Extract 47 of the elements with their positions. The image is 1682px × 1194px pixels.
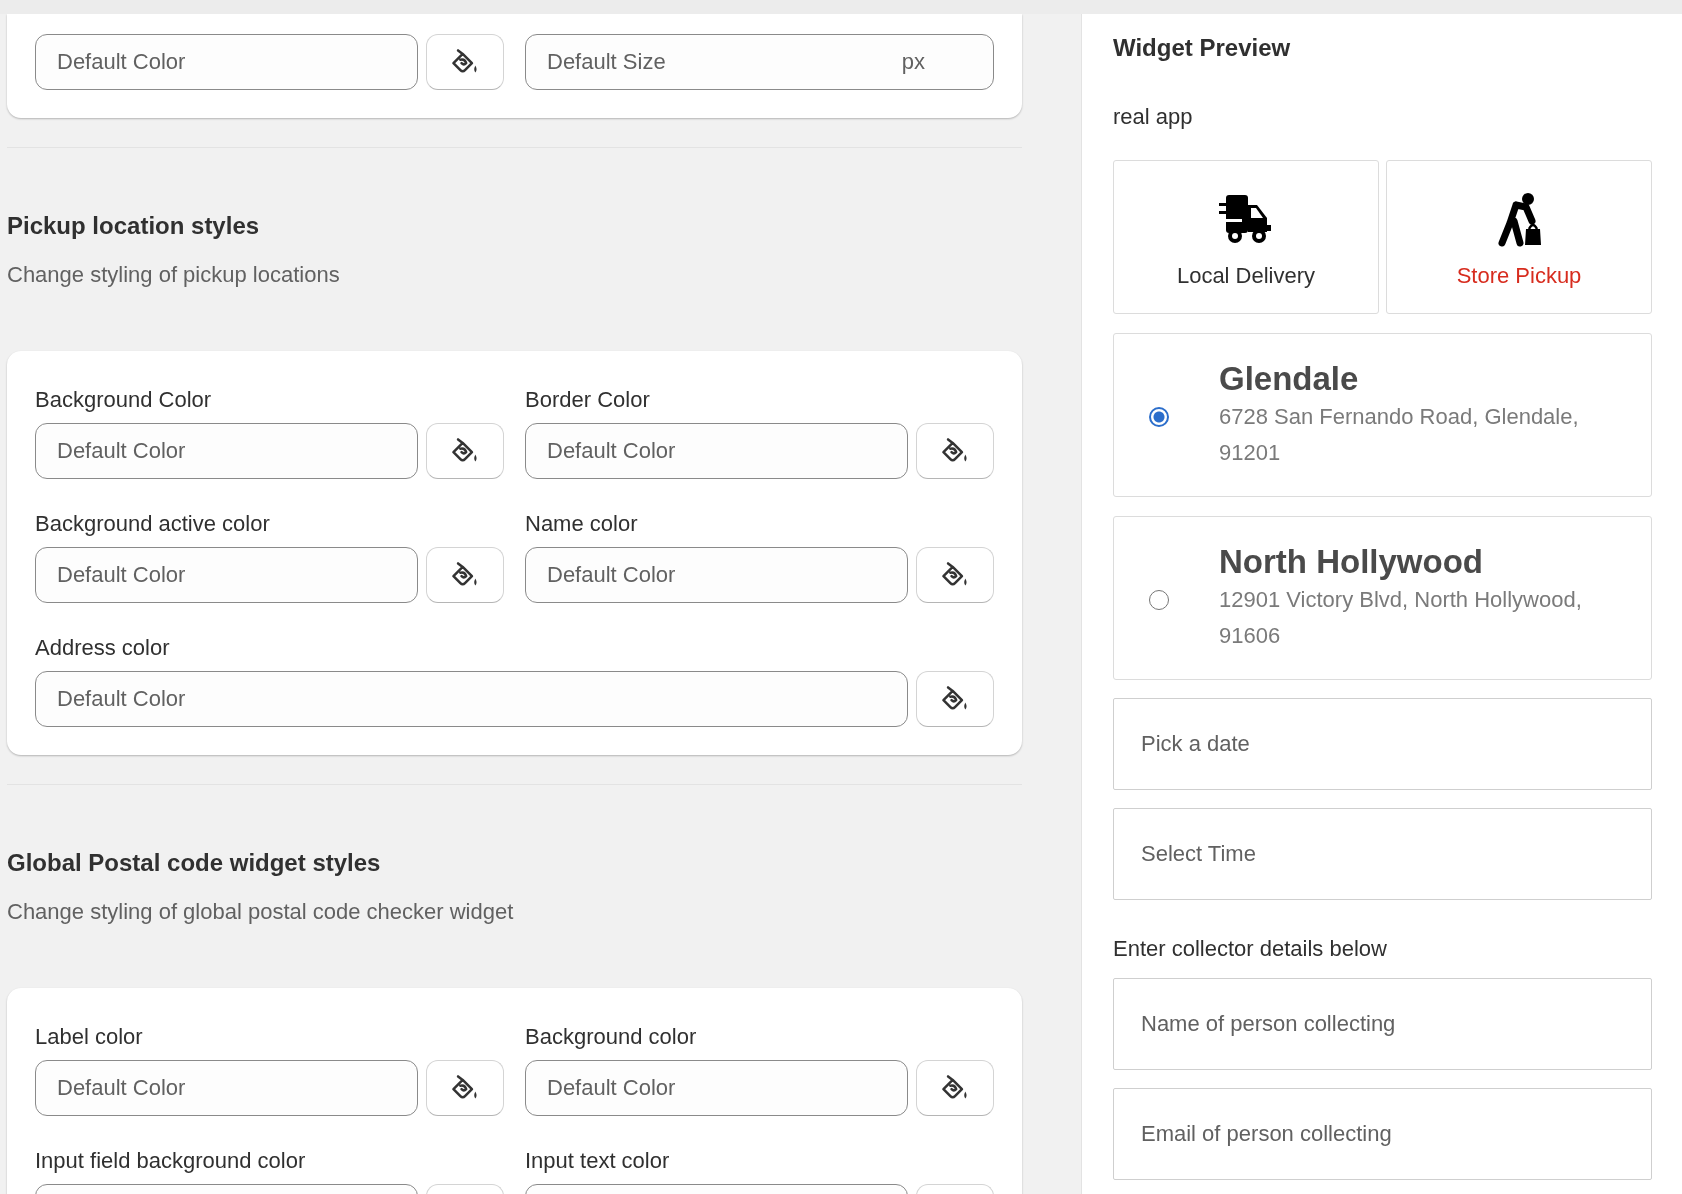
field-label: Address color bbox=[35, 635, 171, 661]
delivery-method-tab[interactable]: Store Pickup bbox=[1386, 160, 1652, 314]
delivery-method-tab[interactable]: Local Delivery bbox=[1113, 160, 1379, 314]
color-input[interactable]: Default Color bbox=[35, 34, 418, 90]
field-label: Border Color bbox=[525, 387, 651, 413]
location-address: 6728 San Fernando Road, Glendale, 91201 bbox=[1219, 403, 1580, 467]
preview-input-field[interactable]: Pick a date bbox=[1113, 698, 1652, 790]
section-description: Change styling of pickup locations bbox=[7, 261, 341, 289]
location-address: 12901 Victory Blvd, North Hollywood, 91606 bbox=[1219, 586, 1583, 650]
color-input[interactable]: Default Color bbox=[525, 423, 908, 479]
field-label: Background active color bbox=[35, 511, 271, 537]
collector-input-field[interactable]: Email of person collecting bbox=[1113, 1088, 1652, 1180]
field-label: Background color bbox=[525, 1024, 698, 1050]
location-name: North Hollywood bbox=[1219, 542, 1484, 582]
field-label: Label color bbox=[35, 1024, 144, 1050]
field-label: Background Color bbox=[35, 387, 213, 413]
radio-button[interactable] bbox=[1149, 407, 1169, 427]
color-picker-button[interactable] bbox=[916, 671, 994, 727]
pickup-location-card[interactable]: North Hollywood 12901 Victory Blvd, North Hollywood, 91606 bbox=[1113, 516, 1652, 680]
location-name: Glendale bbox=[1219, 359, 1360, 399]
pickup-location-card[interactable]: Glendale 6728 San Fernando Road, Glendale, 91201 bbox=[1113, 333, 1652, 497]
color-picker-button[interactable] bbox=[426, 1060, 504, 1116]
color-picker-button[interactable] bbox=[426, 547, 504, 603]
color-picker-button[interactable] bbox=[916, 547, 994, 603]
unit-suffix: px bbox=[901, 49, 925, 75]
color-picker-button[interactable] bbox=[426, 34, 504, 90]
color-input[interactable]: Default Color bbox=[35, 671, 908, 727]
field-label: Name color bbox=[525, 511, 639, 537]
color-picker-button[interactable] bbox=[916, 1060, 994, 1116]
color-input[interactable]: Default Color bbox=[525, 547, 908, 603]
collector-label: Enter collector details below bbox=[1113, 936, 1388, 962]
preview-input-field[interactable]: Select Time bbox=[1113, 808, 1652, 900]
color-input[interactable]: Default Color bbox=[35, 1060, 418, 1116]
person-with-bag-icon bbox=[1496, 193, 1542, 247]
color-input[interactable]: Default Color bbox=[525, 1060, 908, 1116]
collector-input-field[interactable]: Name of person collecting bbox=[1113, 978, 1652, 1070]
section-title: Pickup location styles bbox=[7, 211, 261, 241]
color-picker-button[interactable] bbox=[426, 423, 504, 479]
preview-subtitle: real app bbox=[1113, 104, 1194, 130]
color-input[interactable]: Default Color bbox=[35, 423, 418, 479]
section-description: Change styling of global postal code checker widget bbox=[7, 898, 515, 926]
field-label: Input text color bbox=[525, 1148, 671, 1174]
section-title: Global Postal code widget styles bbox=[7, 848, 382, 878]
field-label: Input field background color bbox=[35, 1148, 307, 1174]
color-input[interactable]: Default Color bbox=[35, 547, 418, 603]
color-picker-button[interactable] bbox=[916, 423, 994, 479]
preview-title: Widget Preview bbox=[1113, 34, 1292, 62]
